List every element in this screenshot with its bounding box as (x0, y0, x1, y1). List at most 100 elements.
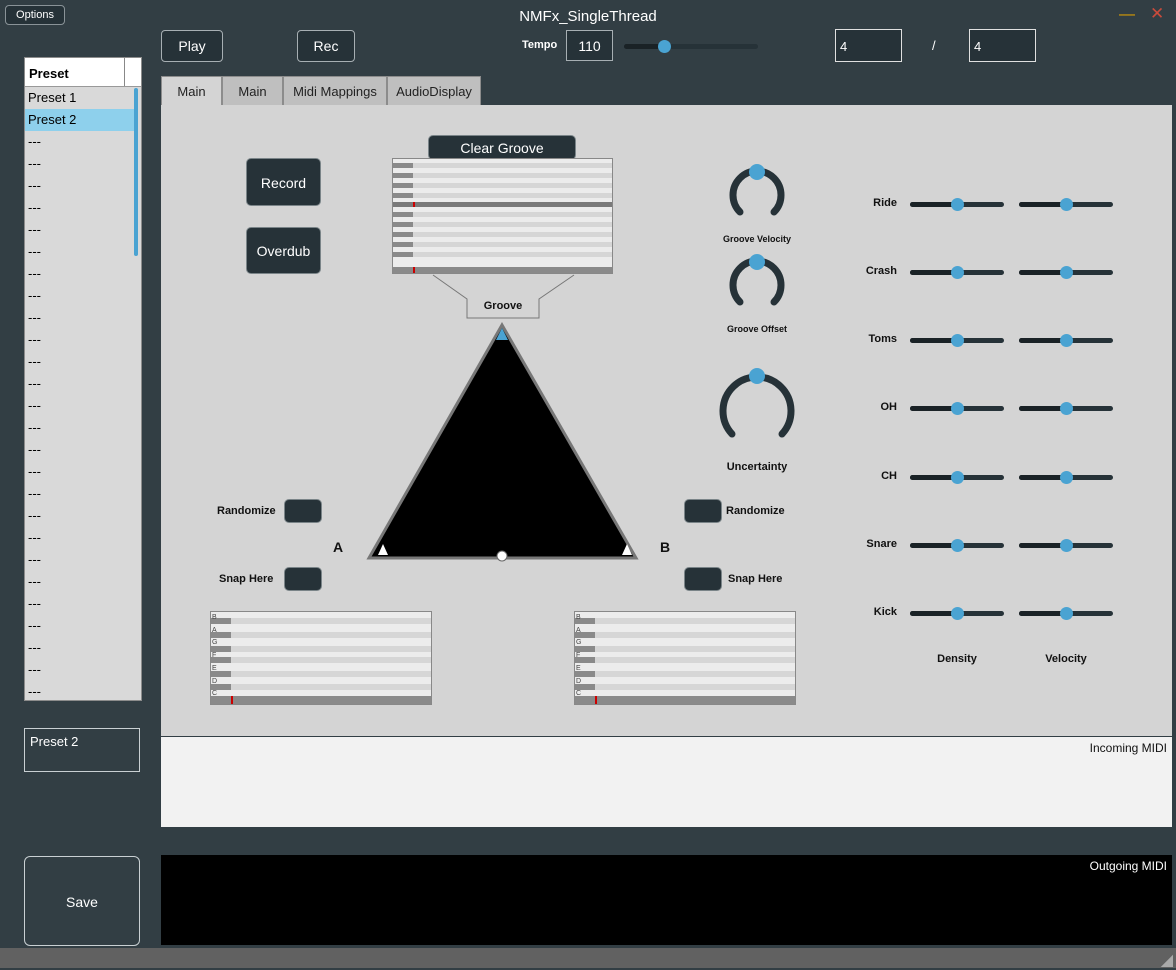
preset-list-item[interactable]: --- (25, 571, 135, 593)
density-slider-thumb[interactable] (951, 402, 964, 415)
density-slider[interactable] (910, 539, 1004, 552)
density-slider-thumb[interactable] (951, 334, 964, 347)
groove-offset-knob[interactable] (722, 250, 792, 312)
preset-list-item[interactable]: --- (25, 637, 135, 659)
preset-header[interactable]: Preset (25, 58, 141, 87)
time-sig-numerator[interactable]: 4 (835, 29, 902, 62)
density-slider[interactable] (910, 334, 1004, 347)
position-handle[interactable] (496, 550, 508, 562)
preset-list-item[interactable]: --- (25, 263, 135, 285)
preset-list-item[interactable]: --- (25, 659, 135, 681)
velocity-slider-thumb[interactable] (1060, 198, 1073, 211)
tab-midi-mappings[interactable]: Midi Mappings (283, 76, 387, 106)
preset-list-item[interactable]: --- (25, 395, 135, 417)
preset-list-item[interactable]: --- (25, 527, 135, 549)
snap-b-button[interactable] (684, 567, 722, 591)
velocity-slider[interactable] (1019, 402, 1113, 415)
velocity-slider-thumb[interactable] (1060, 266, 1073, 279)
mixer-row-label: CH (881, 470, 897, 482)
preset-scrollbar[interactable] (134, 88, 138, 256)
preset-list-item[interactable]: --- (25, 219, 135, 241)
overdub-button[interactable]: Overdub (246, 227, 321, 274)
play-button[interactable]: Play (161, 30, 223, 62)
minimize-icon[interactable]: — (1119, 6, 1135, 24)
velocity-slider-thumb[interactable] (1060, 402, 1073, 415)
preset-list-item[interactable]: --- (25, 307, 135, 329)
tab-audio-display[interactable]: AudioDisplay (387, 76, 481, 106)
preset-list-item[interactable]: --- (25, 153, 135, 175)
randomize-a-button[interactable] (284, 499, 322, 523)
density-slider-thumb[interactable] (951, 198, 964, 211)
piano-roll-b[interactable]: BAGFEDC (574, 611, 796, 705)
close-icon[interactable]: ✕ (1150, 4, 1164, 24)
preset-list-item[interactable]: --- (25, 285, 135, 307)
morph-triangle[interactable] (366, 322, 640, 562)
tempo-input[interactable]: 110 (566, 30, 613, 61)
velocity-slider[interactable] (1019, 539, 1113, 552)
preset-list-item[interactable]: --- (25, 197, 135, 219)
preset-name-field[interactable]: Preset 2 (24, 728, 140, 772)
preset-list-item[interactable]: Preset 1 (25, 87, 135, 109)
rec-button[interactable]: Rec (297, 30, 355, 62)
groove-piano-roll[interactable] (392, 158, 613, 274)
preset-list-item[interactable]: --- (25, 417, 135, 439)
time-sig-denominator[interactable]: 4 (969, 29, 1036, 62)
density-label: Density (937, 653, 977, 665)
density-slider[interactable] (910, 607, 1004, 620)
preset-list-item[interactable]: --- (25, 131, 135, 153)
density-slider[interactable] (910, 471, 1004, 484)
tab-main[interactable]: Main (161, 76, 222, 106)
density-slider-thumb[interactable] (951, 471, 964, 484)
piano-roll-a[interactable]: BAGFEDC (210, 611, 432, 705)
tempo-slider-thumb[interactable] (658, 40, 671, 53)
resize-grip-icon[interactable]: ◢ (1161, 950, 1173, 970)
density-slider-fill (910, 543, 957, 548)
preset-list-item[interactable]: --- (25, 483, 135, 505)
preset-list-item[interactable]: --- (25, 329, 135, 351)
density-slider[interactable] (910, 402, 1004, 415)
status-bar (0, 948, 1176, 968)
density-slider-thumb[interactable] (951, 266, 964, 279)
velocity-slider[interactable] (1019, 607, 1113, 620)
velocity-slider-thumb[interactable] (1060, 607, 1073, 620)
velocity-slider[interactable] (1019, 198, 1113, 211)
velocity-slider-thumb[interactable] (1060, 471, 1073, 484)
preset-list-item[interactable]: Preset 2 (25, 109, 135, 131)
save-button[interactable]: Save (24, 856, 140, 946)
velocity-slider-thumb[interactable] (1060, 334, 1073, 347)
preset-list-item[interactable]: --- (25, 175, 135, 197)
preset-list-item[interactable]: --- (25, 593, 135, 615)
snap-b-label: Snap Here (728, 573, 783, 585)
tempo-slider[interactable] (624, 40, 758, 53)
uncertainty-knob[interactable] (712, 362, 802, 446)
tab-main-2[interactable]: Main (222, 76, 283, 106)
clear-groove-button[interactable]: Clear Groove (428, 135, 576, 160)
density-slider[interactable] (910, 198, 1004, 211)
groove-offset-label: Groove Offset (726, 324, 787, 334)
uncertainty-label: Uncertainty (726, 461, 788, 473)
record-button[interactable]: Record (246, 158, 321, 206)
preset-list-item[interactable]: --- (25, 461, 135, 483)
preset-list-item[interactable]: --- (25, 439, 135, 461)
preset-list-item[interactable]: --- (25, 681, 135, 700)
velocity-slider-thumb[interactable] (1060, 539, 1073, 552)
density-slider[interactable] (910, 266, 1004, 279)
preset-list-item[interactable]: --- (25, 351, 135, 373)
randomize-b-button[interactable] (684, 499, 722, 523)
preset-list-item[interactable]: --- (25, 615, 135, 637)
preset-list[interactable]: Preset Preset 1 Preset 2 --- --- --- --- --- --… (24, 57, 142, 701)
velocity-slider[interactable] (1019, 471, 1113, 484)
preset-list-item[interactable]: --- (25, 549, 135, 571)
mixer-row-label: Ride (873, 197, 897, 209)
preset-list-item[interactable]: --- (25, 373, 135, 395)
density-slider-thumb[interactable] (951, 607, 964, 620)
preset-list-item[interactable]: --- (25, 241, 135, 263)
density-slider-thumb[interactable] (951, 539, 964, 552)
snap-a-button[interactable] (284, 567, 322, 591)
tempo-label: Tempo (522, 39, 558, 51)
groove-velocity-knob[interactable] (722, 160, 792, 222)
velocity-slider[interactable] (1019, 334, 1113, 347)
velocity-slider[interactable] (1019, 266, 1113, 279)
randomize-a-label: Randomize (217, 505, 276, 517)
preset-list-item[interactable]: --- (25, 505, 135, 527)
